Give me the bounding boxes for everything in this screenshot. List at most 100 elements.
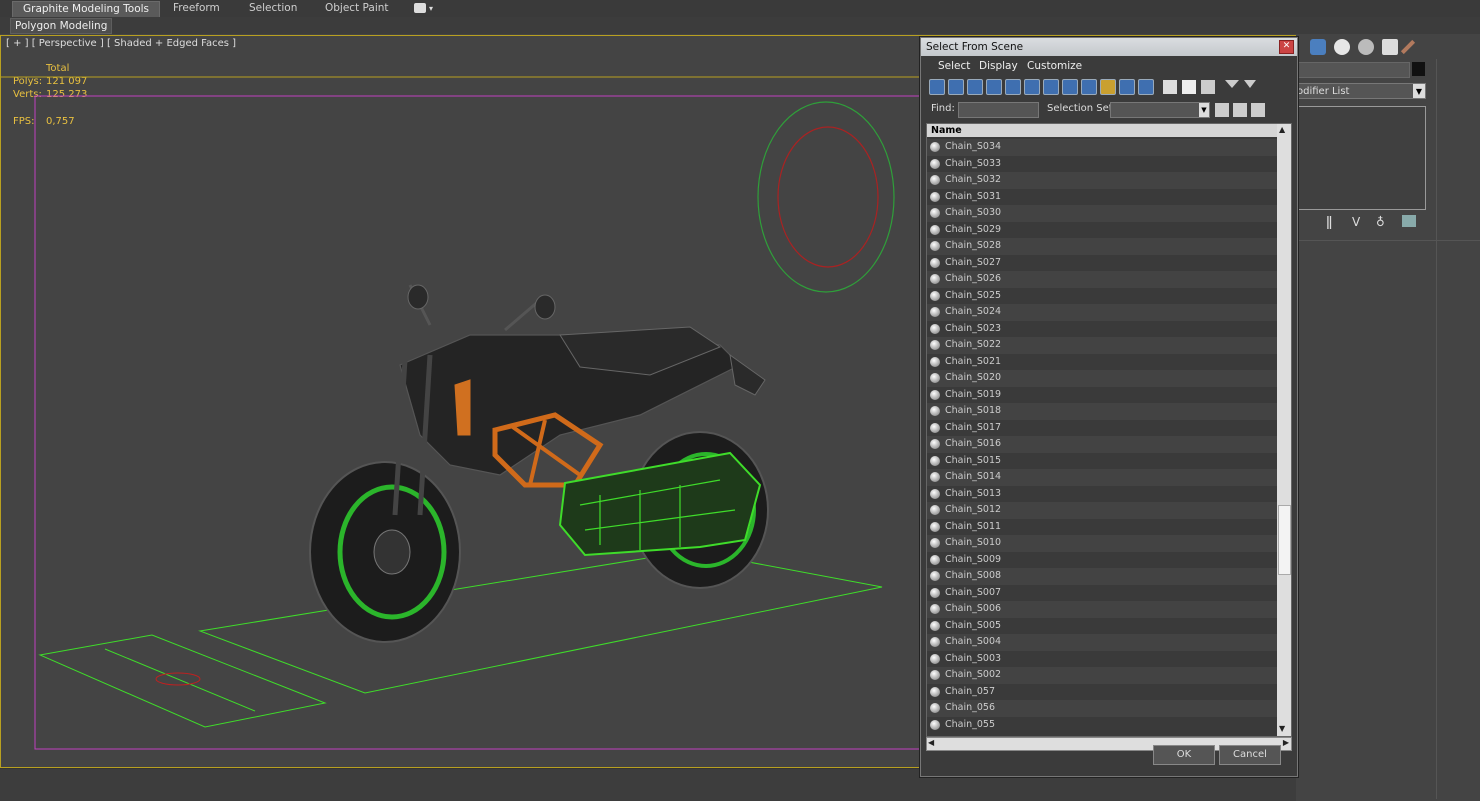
helpers-filter-icon[interactable] bbox=[1005, 79, 1021, 95]
list-item[interactable]: Chain_S015 bbox=[927, 452, 1277, 469]
list-item[interactable]: Chain_055 bbox=[927, 716, 1277, 733]
select-none-icon[interactable] bbox=[1182, 80, 1196, 94]
select-invert-icon[interactable] bbox=[1201, 80, 1215, 94]
tab-selection[interactable]: Selection bbox=[239, 1, 307, 16]
list-item[interactable]: Chain_S005 bbox=[927, 617, 1277, 634]
create-selection-set-icon[interactable] bbox=[1215, 103, 1229, 117]
make-unique-icon[interactable]: ♁ bbox=[1376, 215, 1385, 229]
list-item[interactable]: Chain_S013 bbox=[927, 485, 1277, 502]
list-item[interactable]: Chain_S034 bbox=[927, 139, 1277, 156]
add-to-selection-set-icon[interactable] bbox=[1233, 103, 1247, 117]
dialog-title[interactable]: Select From Scene bbox=[921, 38, 1297, 56]
list-item[interactable]: Chain_S024 bbox=[927, 304, 1277, 321]
list-item[interactable]: Chain_S028 bbox=[927, 238, 1277, 255]
remove-from-selection-set-icon[interactable] bbox=[1251, 103, 1265, 117]
find-input[interactable] bbox=[958, 102, 1039, 118]
geometry-object-icon bbox=[930, 175, 940, 185]
scroll-up-icon[interactable]: ▲ bbox=[1279, 125, 1285, 134]
groups-filter-icon[interactable] bbox=[1043, 79, 1059, 95]
menu-display[interactable]: Display bbox=[979, 60, 1018, 72]
filter-options-icon[interactable] bbox=[1244, 80, 1256, 88]
list-item-label: Chain_S008 bbox=[945, 570, 1002, 581]
containers-filter-icon[interactable] bbox=[1100, 79, 1116, 95]
column-header-name[interactable]: Name bbox=[927, 124, 1277, 137]
geometry-object-icon bbox=[930, 241, 940, 251]
list-item[interactable]: Chain_S019 bbox=[927, 386, 1277, 403]
list-item[interactable]: Chain_S007 bbox=[927, 584, 1277, 601]
shapes-filter-icon[interactable] bbox=[948, 79, 964, 95]
list-item[interactable]: Chain_S014 bbox=[927, 469, 1277, 486]
scene-object-list[interactable]: Name Chain_S034 Chain_S033 Chain_S032 Chain… bbox=[926, 123, 1292, 737]
list-item[interactable]: Chain_S012 bbox=[927, 502, 1277, 519]
modifier-stack[interactable] bbox=[1296, 106, 1426, 210]
tab-freeform[interactable]: Freeform bbox=[163, 1, 230, 16]
menu-customize[interactable]: Customize bbox=[1027, 60, 1082, 72]
scroll-down-icon[interactable]: ▼ bbox=[1279, 724, 1285, 733]
filter-icon[interactable] bbox=[1225, 80, 1239, 88]
ok-button[interactable]: OK bbox=[1153, 745, 1215, 765]
list-item[interactable]: Chain_S022 bbox=[927, 337, 1277, 354]
tab-object-paint[interactable]: Object Paint bbox=[315, 1, 399, 16]
space-warps-filter-icon[interactable] bbox=[1024, 79, 1040, 95]
list-item[interactable]: Chain_S002 bbox=[927, 667, 1277, 684]
geometry-object-icon bbox=[930, 604, 940, 614]
list-item[interactable]: Chain_S032 bbox=[927, 172, 1277, 189]
utilities-hammer-icon[interactable] bbox=[1400, 39, 1416, 55]
selection-set-dropdown[interactable]: ▼ bbox=[1110, 102, 1210, 118]
list-item[interactable]: Chain_S009 bbox=[927, 551, 1277, 568]
vertical-scrollbar[interactable]: ▲ ▼ bbox=[1277, 124, 1291, 736]
chevron-down-icon[interactable]: ▾ bbox=[429, 4, 433, 13]
list-item[interactable]: Chain_S018 bbox=[927, 403, 1277, 420]
list-item[interactable]: Chain_S031 bbox=[927, 188, 1277, 205]
cancel-button[interactable]: Cancel bbox=[1219, 745, 1281, 765]
configure-modifier-sets-icon[interactable] bbox=[1402, 215, 1416, 227]
create-curve-icon[interactable] bbox=[1310, 39, 1326, 55]
list-item[interactable]: Chain_S017 bbox=[927, 419, 1277, 436]
geometry-filter-icon[interactable] bbox=[929, 79, 945, 95]
list-item[interactable]: Chain_S029 bbox=[927, 221, 1277, 238]
list-item[interactable]: Chain_S004 bbox=[927, 634, 1277, 651]
list-item[interactable]: Chain_S027 bbox=[927, 254, 1277, 271]
scrollbar-thumb[interactable] bbox=[1278, 505, 1291, 575]
tab-graphite-modeling-tools[interactable]: Graphite Modeling Tools bbox=[12, 1, 160, 18]
chevron-down-icon[interactable]: ▼ bbox=[1413, 84, 1425, 98]
object-name-field[interactable] bbox=[1296, 62, 1410, 78]
list-item[interactable]: Chain_S006 bbox=[927, 601, 1277, 618]
polygon-modeling-button[interactable]: Polygon Modeling bbox=[10, 18, 113, 34]
list-item[interactable]: Chain_S003 bbox=[927, 650, 1277, 667]
list-item[interactable]: Chain_S025 bbox=[927, 287, 1277, 304]
select-all-icon[interactable] bbox=[1163, 80, 1177, 94]
list-item-label: Chain_S002 bbox=[945, 669, 1002, 680]
cameras-filter-icon[interactable] bbox=[986, 79, 1002, 95]
hierarchy-icon[interactable] bbox=[1334, 39, 1350, 55]
object-color-swatch[interactable] bbox=[1412, 62, 1425, 76]
list-item[interactable]: Chain_S020 bbox=[927, 370, 1277, 387]
show-end-result-icon[interactable]: ꓦ bbox=[1352, 215, 1360, 229]
list-item[interactable]: Chain_S023 bbox=[927, 320, 1277, 337]
list-item[interactable]: Chain_S010 bbox=[927, 535, 1277, 552]
ribbon-options-icon[interactable] bbox=[414, 3, 426, 13]
chevron-down-icon[interactable]: ▼ bbox=[1199, 103, 1209, 117]
list-item[interactable]: Chain_S030 bbox=[927, 205, 1277, 222]
list-item[interactable]: Chain_S016 bbox=[927, 436, 1277, 453]
menu-select[interactable]: Select bbox=[938, 60, 970, 72]
scroll-left-icon[interactable]: ◀ bbox=[928, 738, 934, 747]
close-icon[interactable]: ✕ bbox=[1279, 40, 1294, 54]
display-icon[interactable] bbox=[1382, 39, 1398, 55]
pin-stack-icon[interactable]: ǁ bbox=[1326, 215, 1332, 230]
list-item[interactable]: Chain_S021 bbox=[927, 353, 1277, 370]
list-item[interactable]: Chain_S033 bbox=[927, 155, 1277, 172]
list-item[interactable]: Chain_S026 bbox=[927, 271, 1277, 288]
hidden-filter-icon[interactable] bbox=[1138, 79, 1154, 95]
list-item[interactable]: Chain_057 bbox=[927, 683, 1277, 700]
scroll-right-icon[interactable]: ▶ bbox=[1283, 738, 1289, 747]
lights-filter-icon[interactable] bbox=[967, 79, 983, 95]
list-item[interactable]: Chain_S008 bbox=[927, 568, 1277, 585]
frozen-filter-icon[interactable] bbox=[1119, 79, 1135, 95]
bones-filter-icon[interactable] bbox=[1081, 79, 1097, 95]
xrefs-filter-icon[interactable] bbox=[1062, 79, 1078, 95]
motion-icon[interactable] bbox=[1358, 39, 1374, 55]
list-item[interactable]: Chain_S011 bbox=[927, 518, 1277, 535]
list-item[interactable]: Chain_056 bbox=[927, 700, 1277, 717]
modifier-list-dropdown[interactable]: odifier List ▼ bbox=[1296, 83, 1426, 99]
